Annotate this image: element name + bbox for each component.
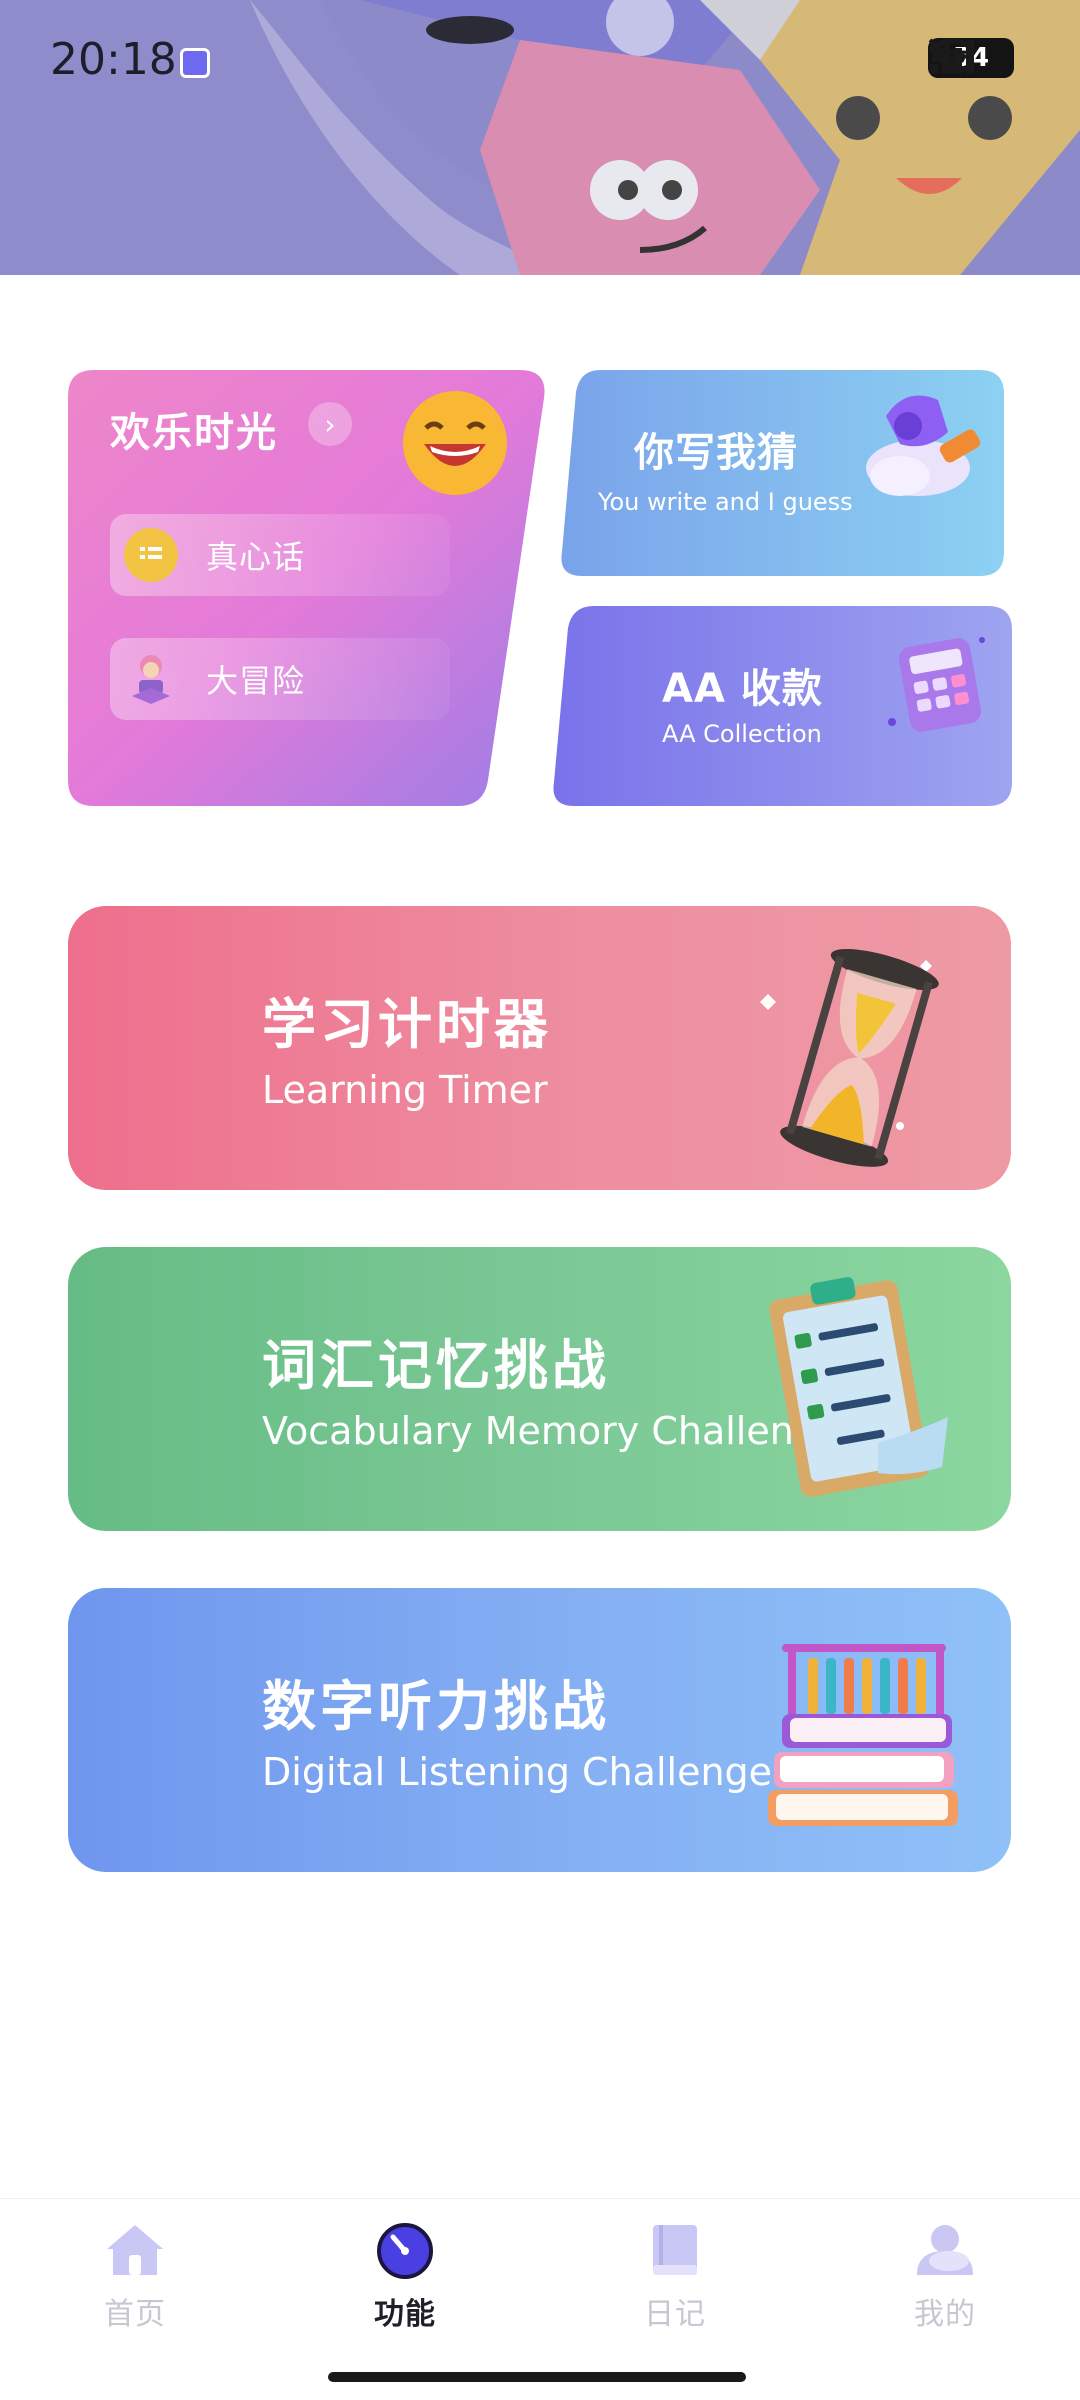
- truth-item[interactable]: 真心话: [110, 514, 450, 596]
- learning-timer-card[interactable]: 学习计时器 Learning Timer: [68, 906, 1011, 1190]
- fun-card-title: 欢乐时光: [110, 410, 278, 456]
- digital-listening-challenge-card[interactable]: 数字听力挑战 Digital Listening Challenge: [68, 1588, 1011, 1872]
- chevron-right-icon[interactable]: ›: [308, 402, 352, 446]
- learning-timer-title: 学习计时器: [262, 993, 552, 1056]
- abacus-books-icon: [768, 1644, 958, 1826]
- truth-label: 真心话: [206, 538, 306, 576]
- you-write-i-guess-card[interactable]: 你写我猜 You write and I guess: [560, 370, 1004, 576]
- nav-profile-label: 我的: [914, 2297, 976, 2332]
- vocabulary-challenge-subtitle: Vocabulary Memory Challenge: [262, 1409, 842, 1453]
- nav-function[interactable]: 功能: [335, 2221, 475, 2333]
- fun-time-card[interactable]: 欢乐时光 › 真心话 大冒险: [68, 370, 548, 806]
- nav-profile[interactable]: 我的: [875, 2221, 1015, 2333]
- wifi-icon: [928, 38, 976, 73]
- notification-app-icon: [180, 48, 210, 78]
- vocabulary-memory-challenge-card[interactable]: 词汇记忆挑战 Vocabulary Memory Challenge: [68, 1247, 1011, 1531]
- learning-timer-subtitle: Learning Timer: [262, 1068, 548, 1112]
- clipboard-checklist-icon: [769, 1277, 948, 1497]
- function-dial-icon: [377, 2223, 433, 2279]
- guess-card-subtitle: You write and I guess: [598, 488, 853, 516]
- status-time: 20:18: [50, 34, 177, 85]
- diary-book-icon: [653, 2225, 697, 2275]
- listening-challenge-title: 数字听力挑战: [262, 1675, 610, 1738]
- dare-label: 大冒险: [206, 662, 306, 700]
- hourglass-icon: [760, 949, 939, 1167]
- vocabulary-challenge-title: 词汇记忆挑战: [262, 1334, 610, 1397]
- nav-function-label: 功能: [374, 2297, 436, 2332]
- dare-item[interactable]: 大冒险: [110, 638, 450, 720]
- status-icons: 54: [928, 38, 1014, 78]
- laughing-emoji-icon: [403, 391, 507, 495]
- home-icon: [107, 2225, 163, 2275]
- aa-card-subtitle: AA Collection: [662, 720, 822, 748]
- nav-diary-label: 日记: [644, 2297, 706, 2332]
- calculator-icon: [888, 637, 985, 732]
- listening-challenge-subtitle: Digital Listening Challenge: [262, 1750, 773, 1794]
- aa-card-title: AA 收款: [662, 666, 823, 712]
- header-banner: 20:18 54: [0, 0, 1080, 275]
- nav-home-label: 首页: [104, 2297, 166, 2332]
- adventure-character-icon: [124, 652, 178, 706]
- bottom-navigation: 首页 功能 日记 我的: [0, 2198, 1080, 2400]
- aa-collection-card[interactable]: AA 收款 AA Collection: [552, 606, 1012, 806]
- chat-bubble-icon: [124, 528, 178, 582]
- nav-home[interactable]: 首页: [65, 2221, 205, 2333]
- profile-icon: [917, 2225, 973, 2275]
- paint-roller-icon: [866, 395, 981, 496]
- guess-card-title: 你写我猜: [634, 430, 798, 476]
- home-indicator[interactable]: [328, 2372, 746, 2382]
- nav-diary[interactable]: 日记: [605, 2221, 745, 2333]
